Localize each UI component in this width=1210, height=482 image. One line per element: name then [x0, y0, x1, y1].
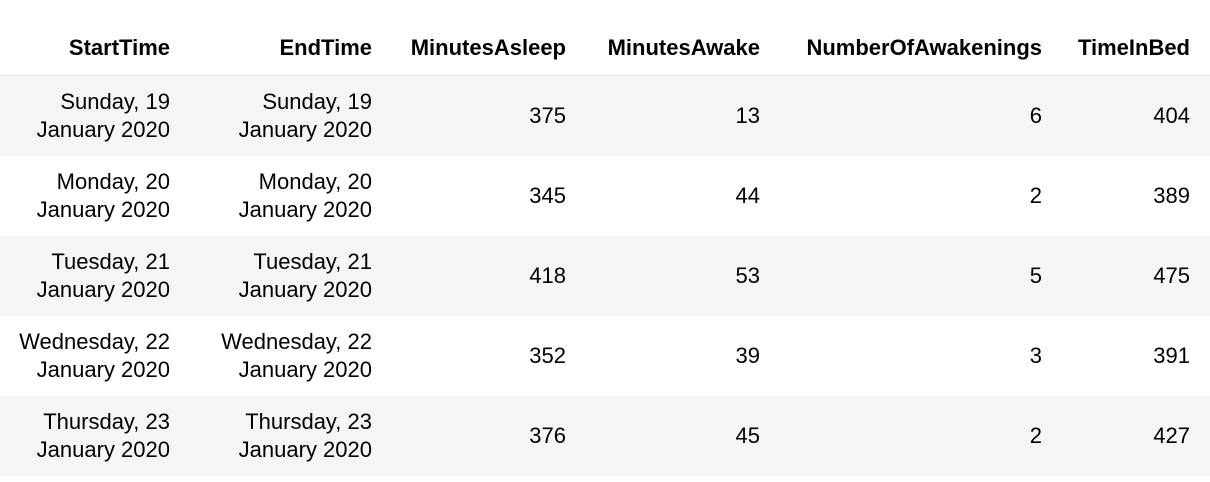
end-time-cell: Thursday, 23 January 2020 [192, 396, 372, 476]
column-header-starttime[interactable]: StartTime [0, 0, 170, 76]
start-time-cell: Thursday, 23 January 2020 [0, 396, 170, 476]
end-time-line1: Monday, 20 [258, 169, 372, 194]
awakenings-cell: 6 [1029, 103, 1042, 128]
awakenings-cell: 3 [1029, 343, 1042, 368]
minutes-asleep-cell: 376 [529, 423, 566, 448]
start-time-cell: Wednesday, 22 January 2020 [0, 316, 170, 396]
end-time-line2: January 2020 [238, 117, 372, 142]
column-header-endtime[interactable]: EndTime [192, 0, 372, 76]
start-time-cell: Monday, 20 January 2020 [0, 156, 170, 236]
table-row: Tuesday, 21 January 2020 Tuesday, 21 Jan… [0, 236, 1210, 316]
start-time-line1: Thursday, 23 [43, 409, 170, 434]
end-time-cell: Monday, 20 January 2020 [192, 156, 372, 236]
minutes-asleep-cell: 418 [529, 263, 566, 288]
start-time-line2: January 2020 [36, 357, 170, 382]
end-time-cell: Wednesday, 22 January 2020 [192, 316, 372, 396]
minutes-awake-cell: 45 [735, 423, 760, 448]
start-time-line1: Tuesday, 21 [51, 249, 170, 274]
end-time-line1: Thursday, 23 [245, 409, 372, 434]
minutes-asleep-cell: 352 [529, 343, 566, 368]
minutes-awake-cell: 13 [735, 103, 760, 128]
time-in-bed-cell: 475 [1153, 263, 1190, 288]
column-header-minutesasleep[interactable]: MinutesAsleep [376, 0, 566, 76]
minutes-awake-cell: 53 [735, 263, 760, 288]
awakenings-cell: 2 [1029, 423, 1042, 448]
start-time-cell: Sunday, 19 January 2020 [0, 76, 170, 156]
end-time-cell: Sunday, 19 January 2020 [192, 76, 372, 156]
end-time-line2: January 2020 [238, 197, 372, 222]
awakenings-cell: 5 [1029, 263, 1042, 288]
end-time-line1: Sunday, 19 [262, 89, 372, 114]
start-time-line1: Monday, 20 [56, 169, 170, 194]
table-row: Sunday, 19 January 2020 Sunday, 19 Janua… [0, 76, 1210, 156]
data-table: StartTime EndTime MinutesAsleep MinutesA… [0, 0, 1210, 476]
table-row: Wednesday, 22 January 2020 Wednesday, 22… [0, 316, 1210, 396]
column-header-minutesawake[interactable]: MinutesAwake [570, 0, 760, 76]
time-in-bed-cell: 389 [1153, 183, 1190, 208]
start-time-line2: January 2020 [36, 197, 170, 222]
start-time-line2: January 2020 [36, 277, 170, 302]
start-time-line1: Wednesday, 22 [19, 329, 170, 354]
table-row: Thursday, 23 January 2020 Thursday, 23 J… [0, 396, 1210, 476]
start-time-cell: Tuesday, 21 January 2020 [0, 236, 170, 316]
table-row: Monday, 20 January 2020 Monday, 20 Janua… [0, 156, 1210, 236]
column-header-numberofawakenings[interactable]: NumberOfAwakenings [772, 0, 1042, 76]
minutes-awake-cell: 44 [735, 183, 760, 208]
end-time-line1: Wednesday, 22 [221, 329, 372, 354]
end-time-line2: January 2020 [238, 277, 372, 302]
start-time-line2: January 2020 [36, 437, 170, 462]
time-in-bed-cell: 404 [1153, 103, 1190, 128]
time-in-bed-cell: 391 [1153, 343, 1190, 368]
column-header-timeinbed[interactable]: TimeInBed [1050, 0, 1190, 76]
minutes-asleep-cell: 345 [529, 183, 566, 208]
end-time-line2: January 2020 [238, 357, 372, 382]
end-time-line1: Tuesday, 21 [253, 249, 372, 274]
minutes-awake-cell: 39 [735, 343, 760, 368]
start-time-line1: Sunday, 19 [60, 89, 170, 114]
end-time-cell: Tuesday, 21 January 2020 [192, 236, 372, 316]
end-time-line2: January 2020 [238, 437, 372, 462]
time-in-bed-cell: 427 [1153, 423, 1190, 448]
awakenings-cell: 2 [1029, 183, 1042, 208]
start-time-line2: January 2020 [36, 117, 170, 142]
table-header-row: StartTime EndTime MinutesAsleep MinutesA… [0, 0, 1210, 76]
minutes-asleep-cell: 375 [529, 103, 566, 128]
